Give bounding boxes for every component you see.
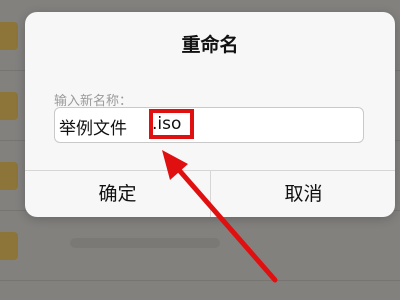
- new-name-input[interactable]: 举例文件 .iso: [54, 107, 364, 143]
- input-filename-text: 举例文件: [59, 119, 127, 139]
- confirm-button[interactable]: 确定: [25, 171, 210, 217]
- rename-dialog: 重命名 输入新名称： 举例文件 .iso 确定 取消: [25, 12, 395, 217]
- cancel-button[interactable]: 取消: [211, 171, 395, 217]
- dialog-title: 重命名: [181, 34, 239, 56]
- extension-highlight-box: [149, 109, 194, 139]
